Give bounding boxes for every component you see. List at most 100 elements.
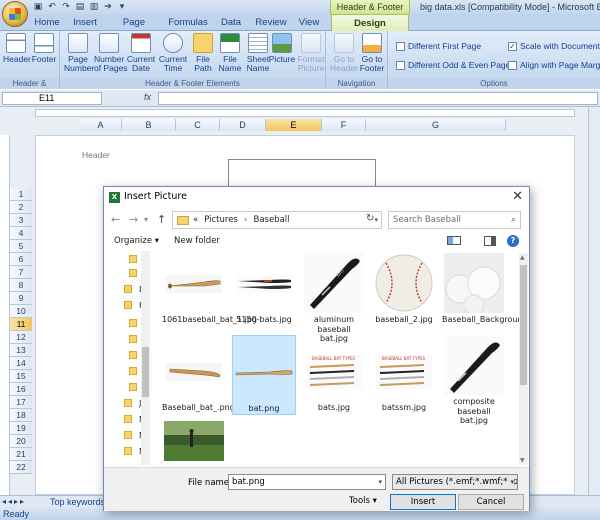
row-header[interactable]: 12: [10, 331, 32, 344]
row-header[interactable]: 16: [10, 383, 32, 396]
scroll-down-icon[interactable]: ▼: [520, 457, 525, 464]
breadcrumb-baseball[interactable]: Baseball: [253, 215, 289, 225]
row-header[interactable]: 8: [10, 279, 32, 292]
tab-data[interactable]: Data: [216, 14, 246, 31]
file-item-selected[interactable]: bat.png: [232, 335, 296, 415]
row-header[interactable]: 21: [10, 448, 32, 461]
change-view-icon[interactable]: [447, 236, 461, 245]
nav-folder-icon[interactable]: [129, 383, 137, 391]
row-header[interactable]: 6: [10, 253, 32, 266]
row-header[interactable]: 18: [10, 409, 32, 422]
search-input[interactable]: Search Baseball ⌕: [388, 211, 521, 229]
tab-review[interactable]: Review: [252, 14, 290, 31]
tab-view[interactable]: View: [294, 14, 324, 31]
file-item[interactable]: composite baseball bat.jpg: [442, 335, 506, 426]
file-item[interactable]: Baseball_bat_.png: [162, 341, 235, 413]
scroll-up-icon[interactable]: ▲: [520, 254, 525, 261]
sheet-nav-arrows[interactable]: ◂◂▸▸: [2, 497, 26, 506]
file-item[interactable]: 5150-bats.jpg: [232, 253, 296, 325]
nav-folder-icon[interactable]: [129, 367, 137, 375]
row-header[interactable]: 5: [10, 240, 32, 253]
chevron-down-icon[interactable]: ▾: [378, 475, 382, 489]
office-button[interactable]: [2, 1, 28, 27]
row-header[interactable]: 13: [10, 344, 32, 357]
help-icon[interactable]: ?: [507, 235, 519, 247]
formula-input[interactable]: [158, 92, 598, 105]
nav-folder-icon[interactable]: [129, 319, 137, 327]
forward-icon[interactable]: →: [129, 213, 138, 226]
row-header-selected[interactable]: 11: [10, 318, 32, 331]
nav-folder-icon[interactable]: [124, 399, 132, 407]
picture-button[interactable]: Picture: [268, 33, 296, 64]
nav-folder-icon[interactable]: [124, 447, 132, 455]
row-header[interactable]: 22: [10, 461, 32, 474]
file-name-input[interactable]: bat.png ▾: [228, 474, 386, 490]
footer-button[interactable]: Footer: [31, 33, 57, 64]
number-of-pages-button[interactable]: Number of Pages: [94, 33, 128, 73]
row-header[interactable]: 20: [10, 435, 32, 448]
file-item[interactable]: 1061baseball_bat_1.jpg: [162, 253, 257, 325]
current-time-button[interactable]: Current Time: [158, 33, 188, 73]
row-header[interactable]: 17: [10, 396, 32, 409]
scroll-thumb[interactable]: [520, 265, 527, 385]
sheet-tab[interactable]: Top keywords: [44, 496, 111, 508]
tab-formulas[interactable]: Formulas: [166, 14, 210, 31]
row-header[interactable]: 19: [10, 422, 32, 435]
name-box[interactable]: E11: [2, 92, 102, 105]
print-icon[interactable]: ▤: [74, 0, 86, 12]
current-date-button[interactable]: Current Date: [126, 33, 156, 73]
customize-icon[interactable]: ▾: [116, 0, 128, 12]
tab-home[interactable]: Home: [30, 14, 64, 31]
column-header[interactable]: F: [322, 119, 366, 131]
redo-icon[interactable]: ↷: [60, 0, 72, 12]
nav-folder-icon[interactable]: [124, 415, 132, 423]
tab-page-layout[interactable]: Page Layout: [108, 14, 160, 45]
preview-pane-icon[interactable]: [484, 236, 496, 246]
fx-icon[interactable]: fx: [144, 92, 151, 102]
header-button[interactable]: Header: [3, 33, 31, 64]
address-dropdown-icon[interactable]: ▾: [374, 216, 378, 224]
row-header[interactable]: 4: [10, 227, 32, 240]
undo-icon[interactable]: ↶: [46, 0, 58, 12]
chevron-down-icon[interactable]: ▾: [508, 475, 514, 489]
file-item[interactable]: BASEBALL BAT TYPES bats.jpg: [302, 341, 366, 413]
breadcrumb-pictures[interactable]: Pictures: [204, 215, 238, 225]
file-type-select[interactable]: All Pictures (*.emf;*.wmf;*.jpg;* ▾: [392, 474, 518, 490]
nav-folder-icon[interactable]: [124, 301, 132, 309]
save-icon[interactable]: ▣: [32, 0, 44, 12]
nav-folder-icon[interactable]: [129, 255, 137, 263]
different-first-page-checkbox[interactable]: Different First Page: [396, 41, 481, 51]
row-header[interactable]: 2: [10, 201, 32, 214]
cancel-button[interactable]: Cancel: [458, 494, 524, 510]
file-item[interactable]: [162, 421, 226, 463]
column-header-selected[interactable]: E: [266, 119, 322, 131]
tools-menu[interactable]: Tools ▾: [349, 496, 377, 506]
page-number-button[interactable]: Page Number: [64, 33, 94, 73]
row-header[interactable]: 10: [10, 305, 32, 318]
new-folder-button[interactable]: New folder: [174, 236, 220, 246]
row-header[interactable]: 9: [10, 292, 32, 305]
nav-folder-icon[interactable]: [129, 335, 137, 343]
nav-folder-icon[interactable]: [129, 351, 137, 359]
different-odd-even-checkbox[interactable]: Different Odd & Even Pages: [396, 60, 515, 70]
insert-button[interactable]: Insert: [390, 494, 456, 510]
go-to-header-button[interactable]: Go to Header: [330, 33, 358, 73]
recent-dropdown-icon[interactable]: ▾: [144, 215, 148, 224]
row-header[interactable]: 14: [10, 357, 32, 370]
up-icon[interactable]: ↑: [157, 213, 166, 226]
back-icon[interactable]: ←: [111, 213, 120, 226]
go-to-footer-button[interactable]: Go to Footer: [358, 33, 386, 73]
column-header[interactable]: C: [176, 119, 220, 131]
organize-menu[interactable]: Organize ▾: [114, 236, 159, 246]
row-header[interactable]: 1: [10, 188, 32, 201]
scroll-thumb[interactable]: [142, 347, 149, 397]
row-header[interactable]: 15: [10, 370, 32, 383]
file-path-button[interactable]: File Path: [190, 33, 216, 73]
file-item[interactable]: BASEBALL BAT TYPES batssm.jpg: [372, 341, 436, 413]
address-bar[interactable]: « Pictures › Baseball ▾: [172, 211, 382, 229]
tab-design[interactable]: Design: [331, 14, 409, 31]
file-name-button[interactable]: File Name: [216, 33, 244, 73]
row-header[interactable]: 3: [10, 214, 32, 227]
file-item[interactable]: Baseball_Background.jpg: [442, 253, 520, 325]
column-header[interactable]: D: [220, 119, 266, 131]
